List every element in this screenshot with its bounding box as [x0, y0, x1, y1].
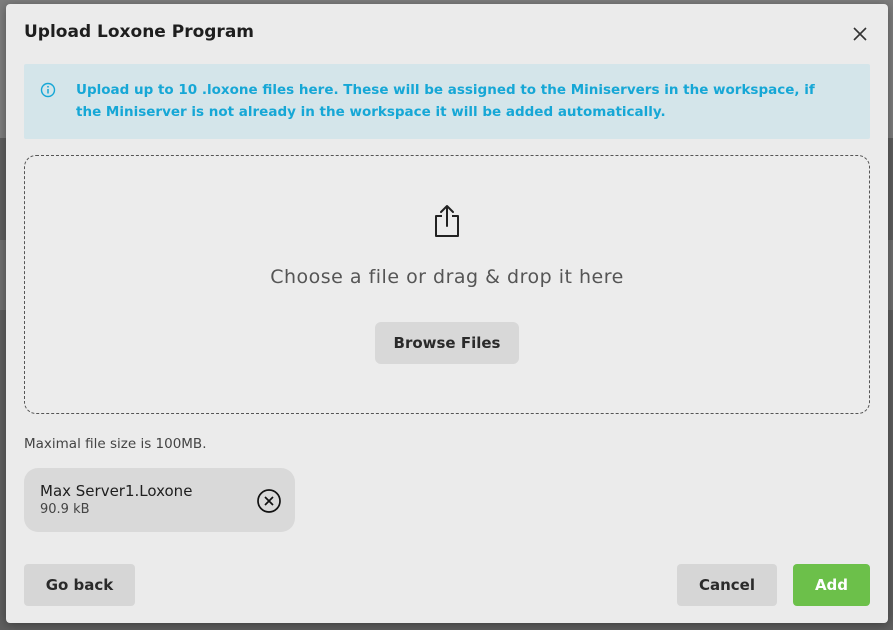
dialog-title: Upload Loxone Program [24, 22, 255, 42]
close-icon [853, 27, 867, 41]
file-item: Max Server1.Loxone 90.9 kB [24, 468, 295, 532]
file-name: Max Server1.Loxone [40, 482, 193, 500]
go-back-button[interactable]: Go back [24, 564, 135, 606]
remove-circle-icon[interactable] [256, 488, 282, 514]
dialog-header: Upload Loxone Program [24, 22, 870, 46]
close-button[interactable] [850, 24, 870, 44]
file-dropzone[interactable]: Choose a file or drag & drop it here Bro… [24, 155, 870, 414]
upload-icon [435, 205, 459, 237]
add-button[interactable]: Add [793, 564, 870, 606]
dropzone-text: Choose a file or drag & drop it here [270, 266, 624, 288]
file-size: 90.9 kB [40, 502, 90, 517]
browse-files-button[interactable]: Browse Files [375, 322, 519, 364]
upload-dialog: Upload Loxone Program Upload up to 10 .l… [6, 4, 888, 623]
cancel-button[interactable]: Cancel [677, 564, 777, 606]
max-file-size-note: Maximal file size is 100MB. [24, 436, 207, 452]
info-text: Upload up to 10 .loxone files here. Thes… [76, 82, 815, 120]
info-banner: Upload up to 10 .loxone files here. Thes… [24, 64, 870, 139]
info-icon [40, 82, 56, 98]
